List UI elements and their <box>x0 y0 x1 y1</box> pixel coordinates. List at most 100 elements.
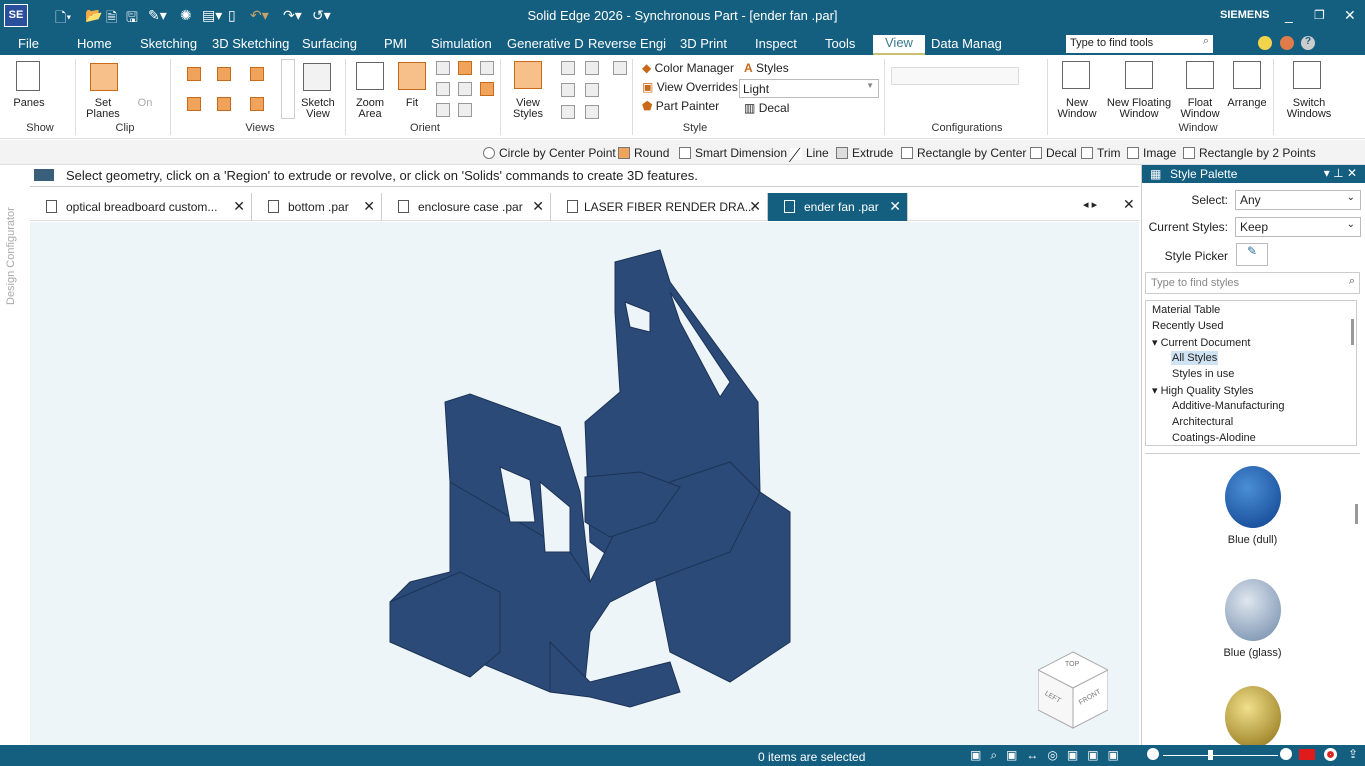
tab-generative-design[interactable]: Generative D <box>507 36 584 51</box>
swatch-gold[interactable] <box>1145 686 1360 745</box>
swatch-blue-dull[interactable]: Blue (dull) <box>1145 466 1360 546</box>
fit-width-icon[interactable] <box>436 82 450 96</box>
tab-view[interactable]: View <box>873 35 925 55</box>
doc-tab[interactable]: optical breadboard custom... ✕ <box>30 193 252 221</box>
design-configurator-tab[interactable]: Design Configurator <box>5 207 17 305</box>
cmd-rectangle-2-points[interactable]: Rectangle by 2 Points <box>1183 146 1316 160</box>
styles-button[interactable]: A Styles <box>744 62 789 74</box>
view-overrides-button[interactable]: ▣ View Overrides <box>642 81 738 93</box>
floor-icon[interactable] <box>585 83 599 97</box>
cmd-line[interactable]: ╱ Line <box>790 146 829 162</box>
cmd-round[interactable]: Round <box>618 146 669 160</box>
doc-tab-active[interactable]: ender fan .par ✕ <box>768 193 908 221</box>
swatch-scrollbar[interactable] <box>1355 504 1358 524</box>
view-left-icon[interactable] <box>187 97 201 111</box>
record-icon[interactable] <box>1324 748 1337 761</box>
restore-button[interactable]: ❐ <box>1314 8 1325 22</box>
view-tools-icons[interactable]: ▣⌕▣↔◎▣▣▣ <box>970 748 1128 763</box>
look-at-icon[interactable] <box>458 82 472 96</box>
tab-sketching[interactable]: Sketching <box>140 36 197 51</box>
shaded-icon[interactable] <box>561 61 575 75</box>
cmd-image[interactable]: Image <box>1127 146 1176 160</box>
close-icon[interactable]: ✕ <box>889 198 901 215</box>
tab-file[interactable]: File <box>18 36 39 51</box>
style-search-input[interactable]: Type to find styles ⌕ <box>1145 272 1360 294</box>
tree-item[interactable]: Recently Used <box>1152 320 1224 332</box>
doc-tab[interactable]: enclosure case .par ✕ <box>382 193 551 221</box>
rotate-icon[interactable] <box>436 103 450 117</box>
share-icon[interactable]: ⇪ <box>1348 747 1358 761</box>
view-styles-button[interactable]: View Styles <box>505 98 551 120</box>
keyboard-icon[interactable] <box>34 169 54 181</box>
configuration-select[interactable] <box>891 67 1019 85</box>
tree-item-selected[interactable]: All Styles <box>1171 351 1219 365</box>
tab-tools[interactable]: Tools <box>825 36 855 51</box>
new-floating-window-button[interactable]: New Floating Window <box>1103 98 1175 120</box>
decal-button[interactable]: ▥ Decal <box>744 102 789 114</box>
tab-reverse-engineering[interactable]: Reverse Engi <box>588 36 666 51</box>
view-right-icon[interactable] <box>250 67 264 81</box>
cmd-rectangle-by-center[interactable]: Rectangle by Center <box>901 146 1026 160</box>
arrange-button[interactable]: Arrange <box>1225 98 1269 109</box>
zoom-icon[interactable] <box>436 61 450 75</box>
light-icon[interactable] <box>585 61 599 75</box>
search-tools-input[interactable]: Type to find tools ⌕ <box>1066 35 1213 53</box>
view-cube-top[interactable]: TOP <box>1065 661 1079 668</box>
tab-surfacing[interactable]: Surfacing <box>302 36 357 51</box>
tab-pmi[interactable]: PMI <box>384 36 407 51</box>
tree-item[interactable]: ▾ Current Document <box>1152 336 1250 349</box>
reflection-icon[interactable] <box>561 105 575 119</box>
float-window-button[interactable]: Float Window <box>1178 98 1222 120</box>
swatch-blue-glass[interactable]: Blue (glass) <box>1145 579 1360 659</box>
cmd-extrude[interactable]: Extrude <box>836 146 893 160</box>
view-cube[interactable]: TOP LEFT FRONT <box>1036 650 1110 729</box>
panel-controls[interactable]: ▾ ⊥ ✕ <box>1324 166 1357 180</box>
tree-item[interactable]: Architectural <box>1172 416 1233 428</box>
close-icon[interactable]: ✕ <box>749 198 761 215</box>
tab-data-management[interactable]: Data Manag <box>931 36 1002 51</box>
fit-button[interactable]: Fit <box>398 98 426 109</box>
tree-item[interactable]: Additive-Manufacturing <box>1172 400 1285 412</box>
view-override-select[interactable]: Light ▼ <box>739 79 879 98</box>
doc-tab[interactable]: LASER FIBER RENDER DRA... ✕ <box>551 193 768 221</box>
select-dropdown[interactable]: Any ⌄ <box>1235 190 1361 210</box>
views-scroll[interactable] <box>281 59 295 119</box>
close-button[interactable]: ✕ <box>1344 7 1356 24</box>
zoom-out-icon[interactable] <box>1147 748 1159 760</box>
tree-item[interactable]: Coatings-Alodine <box>1172 432 1256 444</box>
panes-button[interactable]: Panes <box>8 98 50 109</box>
new-window-button[interactable]: New Window <box>1053 98 1101 120</box>
shaded-edges-icon[interactable] <box>613 61 627 75</box>
zoom-slider[interactable] <box>1163 750 1278 760</box>
clip-on-button[interactable]: On <box>133 98 157 109</box>
cmd-trim[interactable]: Trim <box>1081 146 1121 160</box>
spin-icon[interactable] <box>480 82 494 96</box>
close-icon[interactable]: ✕ <box>233 198 245 215</box>
shadow-icon[interactable] <box>561 83 575 97</box>
tab-3d-sketching[interactable]: 3D Sketching <box>212 36 289 51</box>
cmd-smart-dimension[interactable]: Smart Dimension <box>679 146 787 160</box>
perspective-icon[interactable] <box>585 105 599 119</box>
tab-inspect[interactable]: Inspect <box>755 36 797 51</box>
part-model[interactable] <box>30 222 1139 745</box>
eyedropper-icon[interactable]: ✎ <box>1236 243 1268 266</box>
zoom-in-icon[interactable] <box>1280 748 1292 760</box>
help-icon[interactable]: ? <box>1301 36 1315 50</box>
set-planes-button[interactable]: Set Planes <box>83 98 123 120</box>
pan-icon[interactable] <box>458 61 472 75</box>
tab-simulation[interactable]: Simulation <box>431 36 492 51</box>
tree-item[interactable]: ▾ High Quality Styles <box>1152 384 1254 397</box>
frown-feedback-icon[interactable] <box>1280 36 1294 50</box>
close-icon[interactable]: ✕ <box>532 198 544 215</box>
cmd-decal[interactable]: Decal <box>1030 146 1077 160</box>
tab-scroll-arrows[interactable]: ◂ ▸ <box>1083 198 1097 211</box>
close-all-icon[interactable]: ✕ <box>1123 196 1135 213</box>
zoom-area-button[interactable]: Zoom Area <box>350 98 390 120</box>
part-painter-button[interactable]: ⬟ Part Painter <box>642 100 719 112</box>
tree-item[interactable]: Material Table <box>1152 304 1220 316</box>
smile-feedback-icon[interactable] <box>1258 36 1272 50</box>
minimize-button[interactable]: _ <box>1285 7 1293 23</box>
tree-item[interactable]: Styles in use <box>1172 368 1234 380</box>
view-bottom-icon[interactable] <box>250 97 264 111</box>
current-styles-dropdown[interactable]: Keep ⌄ <box>1235 217 1361 237</box>
